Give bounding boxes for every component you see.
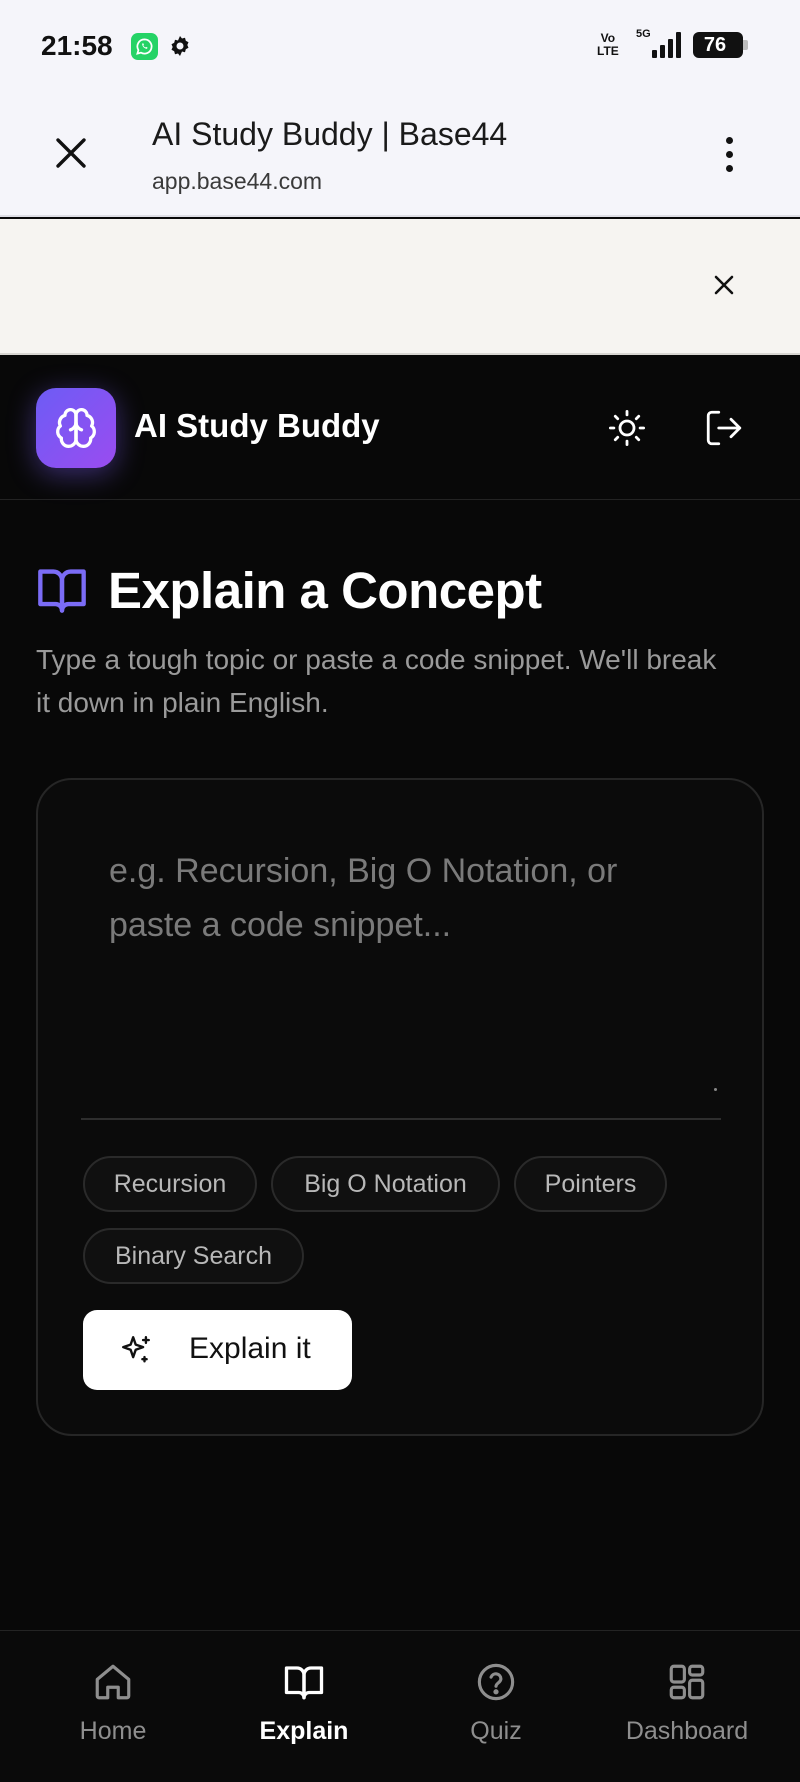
- browser-toolbar: AI Study Buddy | Base44 app.base44.com: [0, 92, 800, 217]
- explain-it-button[interactable]: Explain it: [83, 1310, 352, 1390]
- whatsapp-icon: [131, 33, 158, 60]
- status-time: 21:58: [41, 30, 113, 61]
- battery-level: 76: [703, 34, 727, 56]
- page-description: Type a tough topic or paste a code snipp…: [36, 644, 717, 718]
- resize-handle[interactable]: [714, 1088, 717, 1091]
- volte-bottom: LTE: [597, 44, 619, 58]
- sun-icon: [608, 409, 646, 447]
- nav-label-home: Home: [79, 1717, 147, 1745]
- signal-strength-icon: [652, 32, 682, 58]
- brain-icon: [56, 408, 96, 448]
- suggestion-chip-big-o-notation[interactable]: Big O Notation: [271, 1156, 500, 1212]
- banner-close-button[interactable]: [712, 273, 736, 297]
- nav-item-quiz[interactable]: Quiz: [396, 1631, 596, 1782]
- nav-item-home[interactable]: Home: [13, 1631, 213, 1782]
- home-icon: [95, 1664, 131, 1700]
- battery-icon: 76: [693, 32, 748, 58]
- bottom-nav: Home Explain Quiz Dashboard: [0, 1630, 800, 1782]
- nav-label-explain: Explain: [259, 1717, 349, 1745]
- explain-it-label: Explain it: [189, 1332, 311, 1365]
- close-icon: [56, 138, 86, 168]
- banner: [0, 219, 800, 355]
- explain-card: Recursion Big O Notation Pointers Binary…: [36, 778, 764, 1436]
- page-title: Explain a Concept: [108, 562, 542, 619]
- suggestion-chip-pointers[interactable]: Pointers: [514, 1156, 667, 1212]
- question-circle-icon: [477, 1663, 515, 1701]
- grid-icon: [669, 1664, 705, 1700]
- app-logo[interactable]: [36, 388, 116, 468]
- network-type: 5G: [636, 28, 651, 40]
- nav-label-quiz: Quiz: [470, 1717, 522, 1745]
- close-tab-button[interactable]: [52, 134, 90, 172]
- volte-indicator: Vo LTE: [597, 32, 619, 58]
- nav-item-explain[interactable]: Explain: [204, 1631, 404, 1782]
- app-header: AI Study Buddy: [0, 357, 800, 500]
- settings-gear-icon: [168, 34, 192, 63]
- logout-icon: [706, 410, 742, 446]
- topic-input[interactable]: [81, 820, 721, 1120]
- book-open-icon: [284, 1666, 324, 1700]
- nav-label-dashboard: Dashboard: [625, 1717, 749, 1745]
- nav-item-dashboard[interactable]: Dashboard: [587, 1631, 787, 1782]
- browser-url[interactable]: app.base44.com: [152, 168, 322, 195]
- browser-page-title: AI Study Buddy | Base44: [152, 116, 508, 152]
- suggestion-chip-recursion[interactable]: Recursion: [83, 1156, 257, 1212]
- book-open-icon: [38, 569, 86, 613]
- app-name: AI Study Buddy: [134, 407, 380, 444]
- theme-toggle-button[interactable]: [606, 407, 648, 449]
- close-icon: [714, 275, 734, 295]
- suggestion-chip-binary-search[interactable]: Binary Search: [83, 1228, 304, 1284]
- status-bar: 21:58 Vo LTE 5G 76: [0, 0, 800, 92]
- logout-button[interactable]: [703, 407, 745, 449]
- more-options-button[interactable]: [716, 134, 742, 174]
- sparkles-icon: [122, 1336, 150, 1363]
